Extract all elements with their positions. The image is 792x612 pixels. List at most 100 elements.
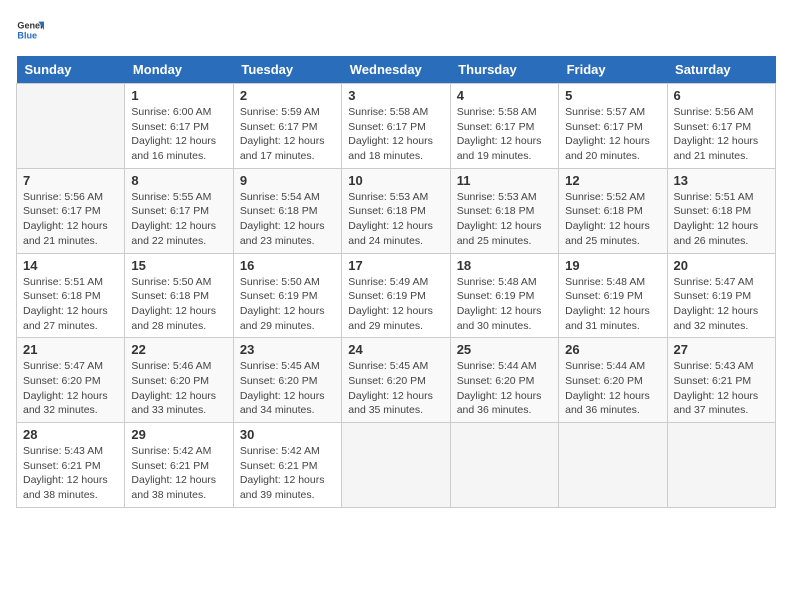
day-info: Sunrise: 5:51 AMSunset: 6:18 PMDaylight:…: [23, 275, 118, 334]
calendar-cell: 14 Sunrise: 5:51 AMSunset: 6:18 PMDayligh…: [17, 253, 125, 338]
calendar-cell: 10 Sunrise: 5:53 AMSunset: 6:18 PMDayligh…: [342, 168, 450, 253]
day-header-monday: Monday: [125, 56, 233, 84]
day-number: 10: [348, 173, 443, 188]
day-number: 5: [565, 88, 660, 103]
day-info: Sunrise: 5:45 AMSunset: 6:20 PMDaylight:…: [240, 359, 335, 418]
calendar-cell: 9 Sunrise: 5:54 AMSunset: 6:18 PMDaylight…: [233, 168, 341, 253]
calendar-cell: 1 Sunrise: 6:00 AMSunset: 6:17 PMDaylight…: [125, 84, 233, 169]
day-info: Sunrise: 5:58 AMSunset: 6:17 PMDaylight:…: [348, 105, 443, 164]
calendar-week-4: 21Sunrise: 5:47 AMSunset: 6:20 PMDayligh…: [17, 338, 776, 423]
day-number: 4: [457, 88, 552, 103]
calendar-cell: 30Sunrise: 5:42 AMSunset: 6:21 PMDayligh…: [233, 423, 341, 508]
header-row: SundayMondayTuesdayWednesdayThursdayFrid…: [17, 56, 776, 84]
day-number: 19: [565, 258, 660, 273]
day-header-thursday: Thursday: [450, 56, 558, 84]
day-number: 11: [457, 173, 552, 188]
day-info: Sunrise: 5:48 AMSunset: 6:19 PMDaylight:…: [457, 275, 552, 334]
calendar-cell: 23Sunrise: 5:45 AMSunset: 6:20 PMDayligh…: [233, 338, 341, 423]
day-info: Sunrise: 5:58 AMSunset: 6:17 PMDaylight:…: [457, 105, 552, 164]
svg-text:Blue: Blue: [17, 30, 37, 40]
calendar-body: 1 Sunrise: 6:00 AMSunset: 6:17 PMDaylight…: [17, 84, 776, 508]
day-number: 17: [348, 258, 443, 273]
calendar-header: SundayMondayTuesdayWednesdayThursdayFrid…: [17, 56, 776, 84]
day-number: 18: [457, 258, 552, 273]
calendar-cell: 24 Sunrise: 5:45 AMSunset: 6:20 PMDayligh…: [342, 338, 450, 423]
calendar-cell: [17, 84, 125, 169]
calendar-week-1: 1 Sunrise: 6:00 AMSunset: 6:17 PMDaylight…: [17, 84, 776, 169]
day-number: 24: [348, 342, 443, 357]
day-number: 1: [131, 88, 226, 103]
calendar-cell: 6 Sunrise: 5:56 AMSunset: 6:17 PMDaylight…: [667, 84, 775, 169]
day-number: 28: [23, 427, 118, 442]
day-number: 2: [240, 88, 335, 103]
day-info: Sunrise: 6:00 AMSunset: 6:17 PMDaylight:…: [131, 105, 226, 164]
day-info: Sunrise: 5:43 AMSunset: 6:21 PMDaylight:…: [674, 359, 769, 418]
day-header-tuesday: Tuesday: [233, 56, 341, 84]
day-info: Sunrise: 5:42 AMSunset: 6:21 PMDaylight:…: [131, 444, 226, 503]
calendar-cell: 5 Sunrise: 5:57 AMSunset: 6:17 PMDaylight…: [559, 84, 667, 169]
calendar-cell: 26 Sunrise: 5:44 AMSunset: 6:20 PMDayligh…: [559, 338, 667, 423]
calendar-cell: 16 Sunrise: 5:50 AMSunset: 6:19 PMDayligh…: [233, 253, 341, 338]
day-info: Sunrise: 5:43 AMSunset: 6:21 PMDaylight:…: [23, 444, 118, 503]
calendar-cell: 27 Sunrise: 5:43 AMSunset: 6:21 PMDayligh…: [667, 338, 775, 423]
calendar-cell: 2 Sunrise: 5:59 AMSunset: 6:17 PMDaylight…: [233, 84, 341, 169]
day-info: Sunrise: 5:57 AMSunset: 6:17 PMDaylight:…: [565, 105, 660, 164]
day-info: Sunrise: 5:45 AMSunset: 6:20 PMDaylight:…: [348, 359, 443, 418]
logo: General Blue: [16, 16, 44, 44]
calendar-cell: 28 Sunrise: 5:43 AMSunset: 6:21 PMDayligh…: [17, 423, 125, 508]
calendar-cell: [342, 423, 450, 508]
calendar-table: SundayMondayTuesdayWednesdayThursdayFrid…: [16, 56, 776, 508]
day-number: 9: [240, 173, 335, 188]
day-info: Sunrise: 5:53 AMSunset: 6:18 PMDaylight:…: [348, 190, 443, 249]
day-info: Sunrise: 5:49 AMSunset: 6:19 PMDaylight:…: [348, 275, 443, 334]
calendar-cell: 20Sunrise: 5:47 AMSunset: 6:19 PMDayligh…: [667, 253, 775, 338]
calendar-cell: 11 Sunrise: 5:53 AMSunset: 6:18 PMDayligh…: [450, 168, 558, 253]
calendar-cell: [667, 423, 775, 508]
page-header: General Blue: [16, 16, 776, 44]
day-info: Sunrise: 5:59 AMSunset: 6:17 PMDaylight:…: [240, 105, 335, 164]
calendar-cell: 21Sunrise: 5:47 AMSunset: 6:20 PMDayligh…: [17, 338, 125, 423]
day-header-wednesday: Wednesday: [342, 56, 450, 84]
day-number: 29: [131, 427, 226, 442]
calendar-cell: [559, 423, 667, 508]
day-number: 14: [23, 258, 118, 273]
day-header-friday: Friday: [559, 56, 667, 84]
day-info: Sunrise: 5:56 AMSunset: 6:17 PMDaylight:…: [674, 105, 769, 164]
day-number: 3: [348, 88, 443, 103]
day-info: Sunrise: 5:47 AMSunset: 6:20 PMDaylight:…: [23, 359, 118, 418]
day-number: 27: [674, 342, 769, 357]
logo-icon: General Blue: [16, 16, 44, 44]
day-number: 13: [674, 173, 769, 188]
day-info: Sunrise: 5:46 AMSunset: 6:20 PMDaylight:…: [131, 359, 226, 418]
day-info: Sunrise: 5:52 AMSunset: 6:18 PMDaylight:…: [565, 190, 660, 249]
day-number: 6: [674, 88, 769, 103]
calendar-cell: 13 Sunrise: 5:51 AMSunset: 6:18 PMDayligh…: [667, 168, 775, 253]
calendar-cell: 22Sunrise: 5:46 AMSunset: 6:20 PMDayligh…: [125, 338, 233, 423]
day-number: 12: [565, 173, 660, 188]
calendar-cell: 7 Sunrise: 5:56 AMSunset: 6:17 PMDaylight…: [17, 168, 125, 253]
day-info: Sunrise: 5:54 AMSunset: 6:18 PMDaylight:…: [240, 190, 335, 249]
calendar-week-3: 14 Sunrise: 5:51 AMSunset: 6:18 PMDayligh…: [17, 253, 776, 338]
day-info: Sunrise: 5:53 AMSunset: 6:18 PMDaylight:…: [457, 190, 552, 249]
day-number: 7: [23, 173, 118, 188]
day-info: Sunrise: 5:47 AMSunset: 6:19 PMDaylight:…: [674, 275, 769, 334]
calendar-cell: [450, 423, 558, 508]
day-info: Sunrise: 5:50 AMSunset: 6:19 PMDaylight:…: [240, 275, 335, 334]
day-info: Sunrise: 5:48 AMSunset: 6:19 PMDaylight:…: [565, 275, 660, 334]
day-info: Sunrise: 5:44 AMSunset: 6:20 PMDaylight:…: [565, 359, 660, 418]
calendar-cell: 29 Sunrise: 5:42 AMSunset: 6:21 PMDayligh…: [125, 423, 233, 508]
day-number: 30: [240, 427, 335, 442]
day-number: 16: [240, 258, 335, 273]
day-number: 26: [565, 342, 660, 357]
calendar-cell: 3 Sunrise: 5:58 AMSunset: 6:17 PMDaylight…: [342, 84, 450, 169]
calendar-week-2: 7 Sunrise: 5:56 AMSunset: 6:17 PMDaylight…: [17, 168, 776, 253]
day-header-saturday: Saturday: [667, 56, 775, 84]
day-header-sunday: Sunday: [17, 56, 125, 84]
day-number: 8: [131, 173, 226, 188]
day-number: 25: [457, 342, 552, 357]
calendar-week-5: 28 Sunrise: 5:43 AMSunset: 6:21 PMDayligh…: [17, 423, 776, 508]
day-info: Sunrise: 5:56 AMSunset: 6:17 PMDaylight:…: [23, 190, 118, 249]
calendar-cell: 25 Sunrise: 5:44 AMSunset: 6:20 PMDayligh…: [450, 338, 558, 423]
day-info: Sunrise: 5:44 AMSunset: 6:20 PMDaylight:…: [457, 359, 552, 418]
day-info: Sunrise: 5:51 AMSunset: 6:18 PMDaylight:…: [674, 190, 769, 249]
